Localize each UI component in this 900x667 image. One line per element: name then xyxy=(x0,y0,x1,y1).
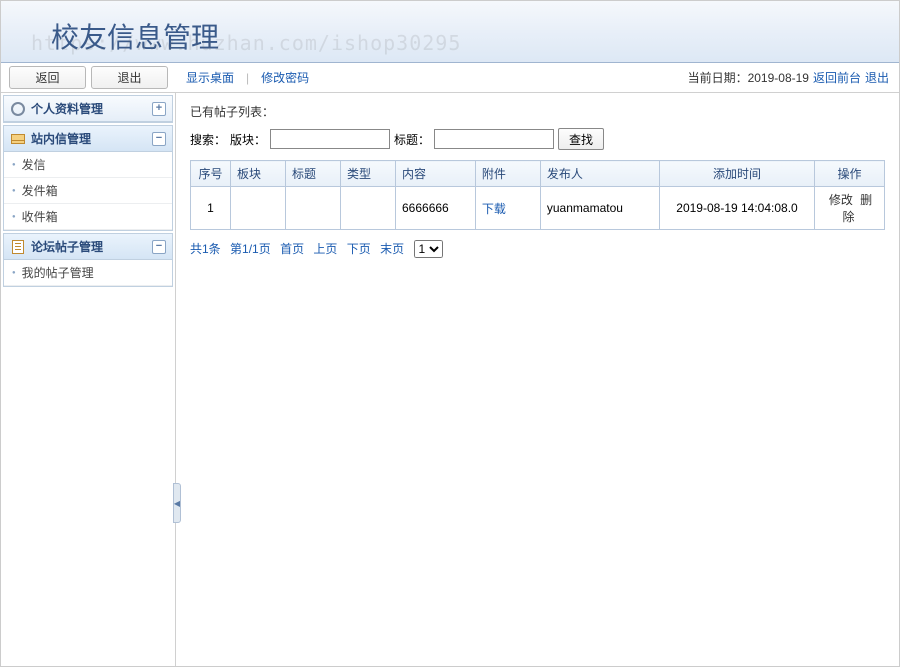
panel-profile-header[interactable]: 个人资料管理 + xyxy=(4,96,172,122)
collapse-icon[interactable]: − xyxy=(152,240,166,254)
col-type: 类型 xyxy=(341,161,396,187)
table-row: 1 6666666 下载 yuanmamatou 2019-08-19 14:0… xyxy=(191,187,885,230)
app-title: 校友信息管理 xyxy=(1,1,899,56)
pager-next[interactable]: 下页 xyxy=(347,242,371,256)
table-header-row: 序号 板块 标题 类型 内容 附件 发布人 添加时间 操作 xyxy=(191,161,885,187)
expand-icon[interactable]: + xyxy=(152,102,166,116)
toolbar: 返回 退出 显示桌面 | 修改密码 当前日期： 2019-08-19 返回前台 … xyxy=(1,63,899,93)
list-title: 已有帖子列表： xyxy=(190,103,885,120)
cell-operation: 修改 删除 xyxy=(815,187,885,230)
pager-prev[interactable]: 上页 xyxy=(313,242,337,256)
sidebar-collapse-handle[interactable]: ◀ xyxy=(173,483,181,523)
sidebar-item-myposts[interactable]: 我的帖子管理 xyxy=(4,260,172,286)
panel-inbox-header[interactable]: 站内信管理 − xyxy=(4,126,172,152)
change-password-link[interactable]: 修改密码 xyxy=(261,69,309,86)
sidebar: 个人资料管理 + 站内信管理 − 发信 发件箱 收件箱 论坛帖子管理 − xyxy=(1,93,176,666)
cell-time: 2019-08-19 14:04:08.0 xyxy=(660,187,815,230)
search-label: 搜索： xyxy=(190,131,226,148)
col-title: 标题 xyxy=(286,161,341,187)
logout-link[interactable]: 退出 xyxy=(865,69,889,86)
date-value: 2019-08-19 xyxy=(748,71,809,85)
cell-attachment: 下载 xyxy=(475,187,540,230)
cell-content: 6666666 xyxy=(396,187,476,230)
show-desktop-link[interactable]: 显示桌面 xyxy=(186,69,234,86)
cell-type xyxy=(341,187,396,230)
cell-author: yuanmamatou xyxy=(540,187,659,230)
col-author: 发布人 xyxy=(540,161,659,187)
panel-forum-header[interactable]: 论坛帖子管理 − xyxy=(4,234,172,260)
envelope-icon xyxy=(10,131,26,147)
content-area: 已有帖子列表： 搜索： 版块： 标题： 查找 序号 板块 标题 类型 内容 附件… xyxy=(176,93,899,666)
cell-board xyxy=(231,187,286,230)
col-time: 添加时间 xyxy=(660,161,815,187)
note-icon xyxy=(10,239,26,255)
col-board: 板块 xyxy=(231,161,286,187)
collapse-icon[interactable]: − xyxy=(152,132,166,146)
download-link[interactable]: 下载 xyxy=(482,202,506,216)
pager-select[interactable]: 1 xyxy=(414,240,443,258)
gear-icon xyxy=(10,101,26,117)
pager-last[interactable]: 末页 xyxy=(380,242,404,256)
pager-total: 共1条 xyxy=(190,242,221,256)
pager-page: 第1/1页 xyxy=(230,242,271,256)
exit-button[interactable]: 退出 xyxy=(91,66,168,89)
search-field-board-label: 版块： xyxy=(230,131,266,148)
panel-profile: 个人资料管理 + xyxy=(3,95,173,123)
panel-profile-title: 个人资料管理 xyxy=(31,100,103,117)
search-row: 搜索： 版块： 标题： 查找 xyxy=(190,128,885,150)
cell-index: 1 xyxy=(191,187,231,230)
edit-link[interactable]: 修改 xyxy=(829,193,853,207)
goto-front-link[interactable]: 返回前台 xyxy=(813,69,861,86)
app-header: 校友信息管理 https://www.huzhan.com/ishop30295 xyxy=(1,1,899,63)
sidebar-item-send[interactable]: 发信 xyxy=(4,152,172,178)
posts-table: 序号 板块 标题 类型 内容 附件 发布人 添加时间 操作 1 666 xyxy=(190,160,885,230)
pager-first[interactable]: 首页 xyxy=(280,242,304,256)
col-attachment: 附件 xyxy=(475,161,540,187)
col-content: 内容 xyxy=(396,161,476,187)
search-button[interactable]: 查找 xyxy=(558,128,604,150)
sidebar-item-inbox[interactable]: 收件箱 xyxy=(4,204,172,230)
cell-title xyxy=(286,187,341,230)
search-field-title-label: 标题： xyxy=(394,131,430,148)
panel-forum-title: 论坛帖子管理 xyxy=(31,238,103,255)
col-operation: 操作 xyxy=(815,161,885,187)
sidebar-item-sent[interactable]: 发件箱 xyxy=(4,178,172,204)
col-index: 序号 xyxy=(191,161,231,187)
panel-inbox-title: 站内信管理 xyxy=(31,130,91,147)
panel-forum: 论坛帖子管理 − 我的帖子管理 xyxy=(3,233,173,287)
date-label: 当前日期： xyxy=(688,69,748,86)
back-button[interactable]: 返回 xyxy=(9,66,86,89)
pager: 共1条 第1/1页 首页 上页 下页 末页 1 xyxy=(190,240,885,258)
separator: | xyxy=(246,71,249,85)
search-board-input[interactable] xyxy=(270,129,390,149)
panel-inbox: 站内信管理 − 发信 发件箱 收件箱 xyxy=(3,125,173,231)
search-title-input[interactable] xyxy=(434,129,554,149)
